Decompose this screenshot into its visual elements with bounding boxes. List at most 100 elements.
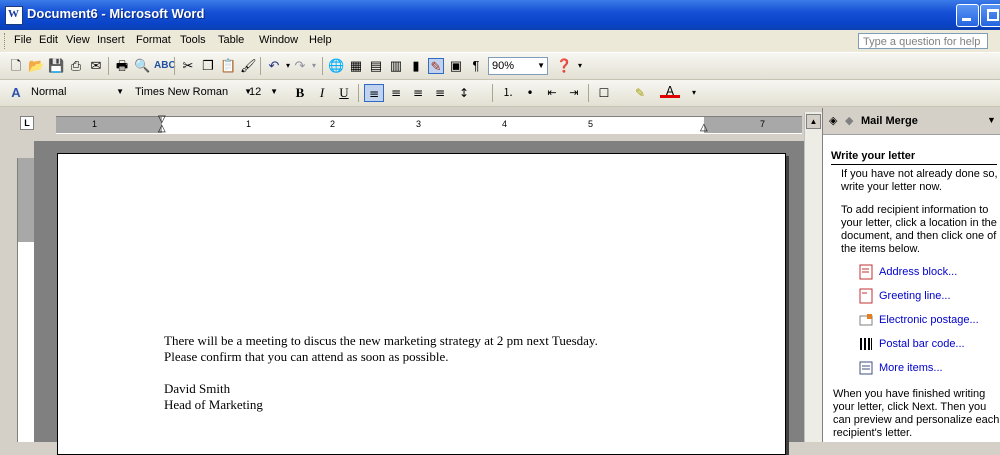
postal-bar-code-link[interactable]	[859, 336, 873, 355]
document-page[interactable]: There will be a meeting to discus the ne…	[57, 153, 786, 455]
copy-icon[interactable]: ❐	[200, 58, 216, 74]
font-color-icon[interactable]: A	[660, 84, 680, 98]
signature-name[interactable]: David Smith	[164, 381, 230, 397]
borders-icon[interactable]: ☐	[594, 84, 614, 102]
ruler-number: 7	[760, 119, 766, 129]
justify-button[interactable]: ≡	[430, 84, 450, 102]
align-center-button[interactable]: ≡	[386, 84, 406, 102]
spelling-icon[interactable]: ABC	[154, 58, 176, 74]
bold-button[interactable]: B	[290, 84, 310, 102]
vertical-ruler[interactable]	[17, 158, 34, 442]
align-right-button[interactable]: ≡	[408, 84, 428, 102]
styles-icon[interactable]: A	[8, 85, 24, 101]
document-map-icon[interactable]: ▣	[448, 58, 464, 74]
open-folder-icon[interactable]: 📂	[28, 58, 44, 74]
more-items-icon	[859, 361, 873, 375]
greeting-line-link[interactable]	[859, 288, 873, 307]
document-line[interactable]: Please confirm that you can attend as so…	[164, 349, 449, 365]
underline-button[interactable]: U	[334, 84, 354, 102]
font-select[interactable]: Times New Roman ▼	[132, 84, 256, 102]
right-indent-marker[interactable]: △	[700, 123, 708, 133]
electronic-postage-link[interactable]	[859, 312, 873, 331]
vertical-scrollbar[interactable]: ▲	[804, 112, 822, 442]
format-painter-icon[interactable]: 🖌	[240, 58, 257, 74]
highlight-icon[interactable]: ✎	[630, 84, 650, 102]
menu-table[interactable]: Table	[218, 34, 244, 46]
menu-file[interactable]: File	[14, 34, 32, 46]
document-line[interactable]: There will be a meeting to discus the ne…	[164, 333, 598, 349]
permission-icon[interactable]: ⎙	[68, 58, 84, 74]
bullets-icon[interactable]: •	[520, 84, 540, 102]
greeting-line-icon	[859, 288, 873, 304]
task-pane-title: Mail Merge	[861, 115, 918, 127]
address-block-label[interactable]: Address block...	[879, 266, 957, 278]
email-icon[interactable]: ✉	[88, 58, 104, 74]
footer-line: your letter, click Next. Then you	[833, 401, 987, 413]
horizontal-ruler[interactable]: 1 1 2 3 4 5 7 ▽ △ △	[56, 115, 802, 134]
tab-selector[interactable]: L	[20, 116, 34, 130]
italic-button[interactable]: I	[312, 84, 332, 102]
cut-icon[interactable]: ✂	[180, 58, 196, 74]
footer-line: can preview and personalize each	[833, 414, 1000, 426]
hyperlink-icon[interactable]: 🌐	[328, 58, 344, 74]
greeting-line-label[interactable]: Greeting line...	[879, 290, 951, 302]
address-block-link[interactable]	[859, 264, 873, 283]
scroll-up-button[interactable]: ▲	[806, 114, 821, 129]
align-left-button[interactable]: ≡	[364, 84, 384, 102]
toolbar-separator	[588, 84, 589, 102]
electronic-postage-label[interactable]: Electronic postage...	[879, 314, 979, 326]
toolbar-options-icon[interactable]: ▾	[572, 58, 588, 74]
restore-button[interactable]	[980, 4, 1000, 27]
redo-dropdown-icon[interactable]: ▾	[306, 58, 322, 74]
tables-borders-icon[interactable]: ▦	[348, 58, 364, 74]
title-bar: W Document6 - Microsoft Word	[0, 0, 1000, 30]
intro-line: write your letter now.	[841, 181, 942, 193]
menu-help[interactable]: Help	[309, 34, 332, 46]
ruler-number: 3	[416, 119, 422, 129]
menu-tools[interactable]: Tools	[180, 34, 206, 46]
zoom-value: 90%	[492, 60, 515, 72]
minimize-button[interactable]	[956, 4, 979, 27]
hanging-indent-marker[interactable]: △	[158, 124, 166, 134]
task-pane-menu-icon[interactable]: ▼	[987, 115, 996, 125]
drawing-icon[interactable]: ✎	[428, 58, 444, 74]
more-items-link[interactable]	[859, 360, 873, 379]
menu-bar: File Edit View Insert Format Tools Table…	[0, 30, 1000, 53]
toolbar-options-icon[interactable]: ▾	[684, 84, 704, 102]
menu-insert[interactable]: Insert	[97, 34, 125, 46]
print-preview-icon[interactable]: 🔍	[134, 58, 150, 74]
menu-edit[interactable]: Edit	[39, 34, 58, 46]
insert-excel-icon[interactable]: ▥	[388, 58, 404, 74]
numbering-icon[interactable]: ⒈	[498, 84, 518, 102]
font-size-select[interactable]: 12 ▼	[246, 84, 280, 102]
paste-icon[interactable]: 📋	[220, 58, 236, 74]
back-icon[interactable]: ◈	[829, 114, 837, 127]
columns-icon[interactable]: ▮	[408, 58, 424, 74]
postal-bar-code-label[interactable]: Postal bar code...	[879, 338, 965, 350]
word-document-icon[interactable]: W	[5, 6, 23, 25]
ruler-number: 1	[246, 119, 252, 129]
chevron-down-icon: ▼	[537, 61, 545, 70]
menu-window[interactable]: Window	[259, 34, 298, 46]
increase-indent-icon[interactable]: ⇥	[564, 84, 584, 102]
decrease-indent-icon[interactable]: ⇤	[542, 84, 562, 102]
menu-format[interactable]: Format	[136, 34, 171, 46]
menu-grip[interactable]	[4, 33, 8, 49]
style-select[interactable]: Normal ▼	[28, 84, 128, 102]
signature-title[interactable]: Head of Marketing	[164, 397, 263, 413]
insert-table-icon[interactable]: ▤	[368, 58, 384, 74]
postage-icon	[859, 314, 873, 326]
forward-icon[interactable]: ◆	[845, 114, 853, 127]
new-document-icon[interactable]: 🗋	[8, 58, 24, 74]
show-hide-icon[interactable]: ¶	[468, 58, 484, 74]
help-icon[interactable]: ❓	[556, 58, 572, 74]
ruler-number: 2	[330, 119, 336, 129]
menu-view[interactable]: View	[66, 34, 90, 46]
line-spacing-button[interactable]: ↕	[454, 84, 474, 102]
print-icon[interactable]: 🖶	[114, 58, 130, 74]
zoom-select[interactable]: 90% ▼	[488, 57, 548, 75]
more-items-label[interactable]: More items...	[879, 362, 943, 374]
save-icon[interactable]: 💾	[48, 58, 64, 74]
help-search-input[interactable]: Type a question for help	[858, 33, 988, 49]
ruler-number: 1	[92, 119, 98, 129]
